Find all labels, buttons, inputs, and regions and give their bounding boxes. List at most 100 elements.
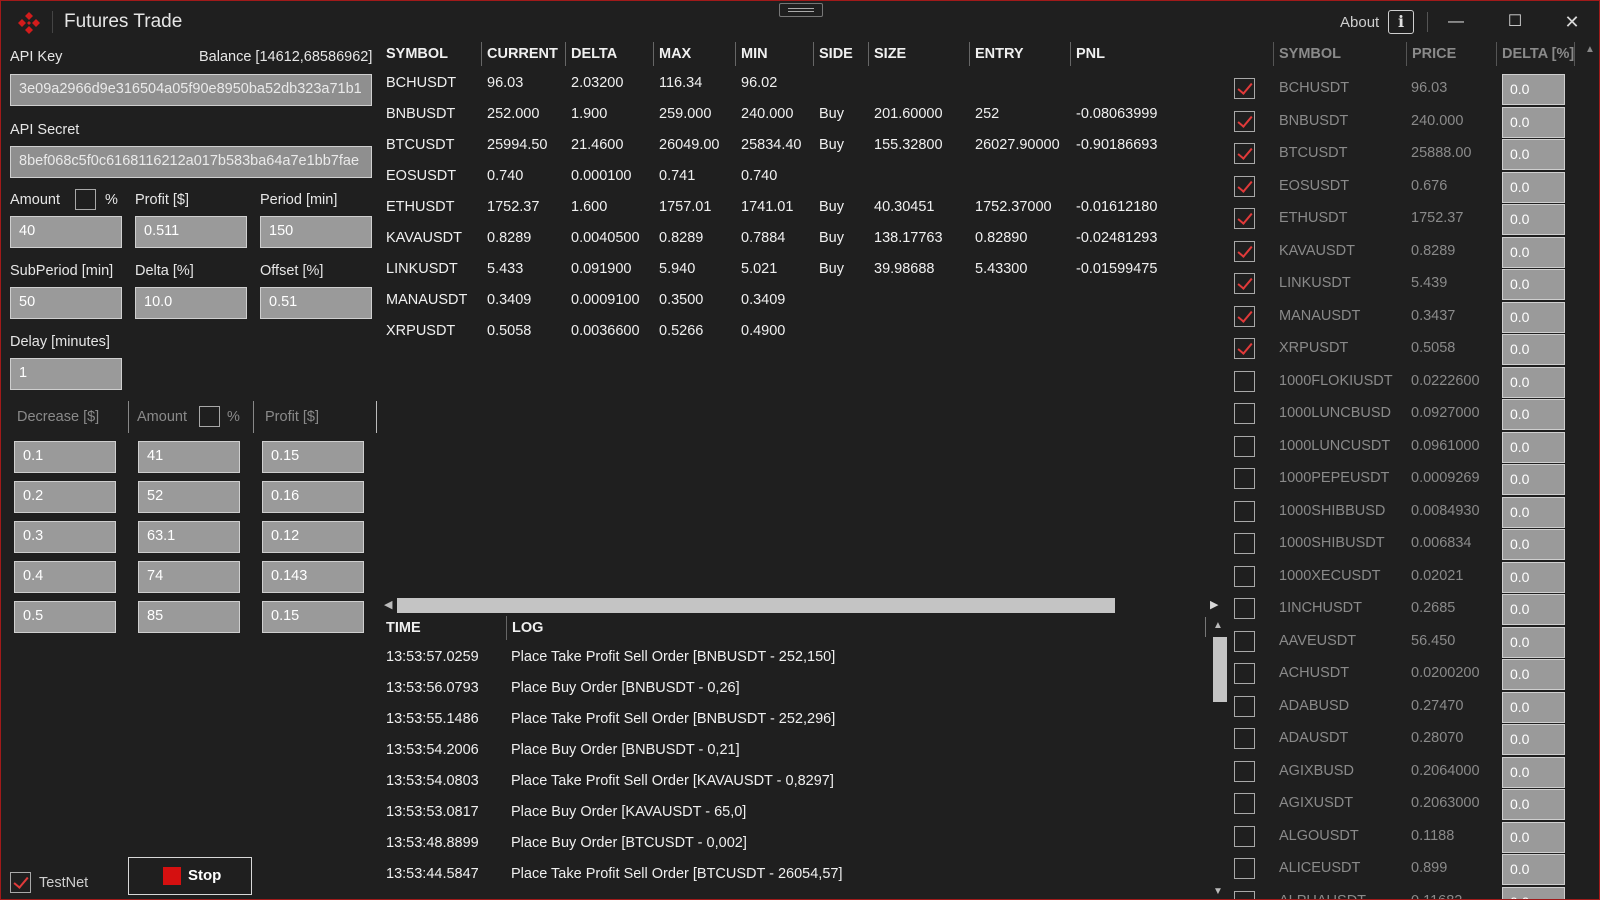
- symbol-checkbox[interactable]: [1234, 175, 1255, 197]
- subperiod-field[interactable]: 50: [10, 287, 122, 319]
- position-cell: Buy: [819, 230, 844, 246]
- scroll-left-arrow-icon[interactable]: ◀: [384, 597, 394, 613]
- api-secret-field[interactable]: 8bef068c5f0c6168116212a017b583ba64a7e1bb…: [10, 146, 372, 178]
- maximize-button[interactable]: ☐: [1495, 7, 1535, 37]
- symbol-checkbox[interactable]: [1234, 78, 1255, 99]
- symbol-checkbox[interactable]: [1234, 533, 1255, 554]
- step-profit-field[interactable]: 0.15: [262, 441, 364, 473]
- amount-percent-checkbox[interactable]: [75, 189, 96, 210]
- stop-button[interactable]: Stop: [128, 857, 252, 895]
- symbol-delta-field[interactable]: 0.0: [1502, 821, 1565, 853]
- symbol-checkbox[interactable]: [1234, 890, 1255, 899]
- symbol-delta-field[interactable]: 0.0: [1502, 691, 1565, 723]
- symbol-delta-field[interactable]: 0.0: [1502, 789, 1565, 820]
- step-profit-field[interactable]: 0.12: [262, 521, 364, 553]
- decrease-field[interactable]: 0.3: [14, 521, 116, 553]
- position-cell: -0.02481293: [1076, 230, 1158, 246]
- symbol-checkbox[interactable]: [1234, 435, 1255, 457]
- symbol-delta-field[interactable]: 0.0: [1502, 431, 1565, 463]
- symbol-checkbox[interactable]: [1234, 598, 1255, 619]
- symbol-checkbox[interactable]: [1234, 468, 1255, 489]
- step-profit-field[interactable]: 0.15: [262, 601, 364, 633]
- symbol-checkbox[interactable]: [1234, 663, 1255, 684]
- symbol-checkbox[interactable]: [1234, 825, 1255, 847]
- horizontal-scrollbar-thumb[interactable]: [397, 598, 1115, 613]
- title-bar[interactable]: Futures Trade About i — ☐ ✕: [1, 1, 1599, 43]
- decrease-field[interactable]: 0.5: [14, 601, 116, 633]
- positions-header-separator: [813, 42, 814, 66]
- symbol-checkbox[interactable]: [1234, 370, 1255, 392]
- symbol-price: 0.11682: [1411, 893, 1462, 900]
- symbol-checkbox[interactable]: [1234, 403, 1255, 424]
- step-amount-field[interactable]: 63.1: [138, 521, 240, 553]
- symbol-checkbox[interactable]: [1234, 208, 1255, 229]
- info-icon[interactable]: i: [1388, 10, 1414, 34]
- scroll-up-arrow-icon[interactable]: ▲: [1213, 621, 1227, 631]
- symbol-checkbox[interactable]: [1234, 273, 1255, 294]
- symbol-checkbox[interactable]: [1234, 695, 1255, 717]
- close-button[interactable]: ✕: [1552, 7, 1592, 37]
- symbol-checkbox[interactable]: [1234, 240, 1255, 262]
- symbol-delta-field[interactable]: 0.0: [1502, 626, 1565, 658]
- symbol-checkbox[interactable]: [1234, 500, 1255, 522]
- scroll-down-arrow-icon[interactable]: ▼: [1213, 887, 1227, 897]
- symbol-delta-field[interactable]: 0.0: [1502, 756, 1565, 788]
- decrease-field[interactable]: 0.2: [14, 481, 116, 513]
- minimize-button[interactable]: —: [1436, 7, 1476, 37]
- profit-field[interactable]: 0.511: [135, 216, 247, 248]
- log-scrollbar-thumb[interactable]: [1213, 637, 1227, 702]
- delay-field[interactable]: 1: [10, 358, 122, 390]
- step-amount-field[interactable]: 85: [138, 601, 240, 633]
- steps-amount-percent-checkbox[interactable]: [199, 406, 220, 427]
- symbol-checkbox[interactable]: [1234, 565, 1255, 587]
- symbol-checkbox[interactable]: [1234, 793, 1255, 814]
- testnet-checkbox[interactable]: [10, 872, 31, 893]
- position-cell: 5.433: [487, 261, 524, 277]
- step-profit-field[interactable]: 0.143: [262, 561, 364, 593]
- symbol-checkbox[interactable]: [1234, 760, 1255, 782]
- symbol-delta-field[interactable]: 0.0: [1502, 496, 1565, 528]
- about-label[interactable]: About: [1340, 14, 1379, 31]
- symbol-delta-field[interactable]: 0.0: [1502, 854, 1565, 885]
- delta-field[interactable]: 10.0: [135, 287, 247, 319]
- symbol-delta-field[interactable]: 0.0: [1502, 659, 1565, 690]
- amount-field[interactable]: 40: [10, 216, 122, 248]
- symbol-checkbox[interactable]: [1234, 858, 1255, 879]
- symbol-delta-field[interactable]: 0.0: [1502, 561, 1565, 593]
- symbol-delta-field[interactable]: 0.0: [1502, 886, 1565, 899]
- position-cell: 25994.50: [487, 137, 548, 153]
- api-key-field[interactable]: 3e09a2966d9e316504a05f90e8950ba52db323a7…: [10, 74, 372, 106]
- step-amount-field[interactable]: 74: [138, 561, 240, 593]
- symbol-delta-field[interactable]: 0.0: [1502, 106, 1565, 138]
- symbol-delta-field[interactable]: 0.0: [1502, 334, 1565, 365]
- offset-field[interactable]: 0.51: [260, 287, 372, 319]
- step-amount-field[interactable]: 52: [138, 481, 240, 513]
- symbol-delta-field[interactable]: 0.0: [1502, 399, 1565, 430]
- symbol-delta-field[interactable]: 0.0: [1502, 724, 1565, 755]
- symbol-delta-field[interactable]: 0.0: [1502, 301, 1565, 333]
- symbol-delta-field[interactable]: 0.0: [1502, 171, 1565, 203]
- symbol-delta-field[interactable]: 0.0: [1502, 464, 1565, 495]
- symbol-checkbox[interactable]: [1234, 630, 1255, 652]
- step-profit-field[interactable]: 0.16: [262, 481, 364, 513]
- symbol-delta-field[interactable]: 0.0: [1502, 204, 1565, 235]
- symbol-delta-field[interactable]: 0.0: [1502, 236, 1565, 268]
- symbol-delta-field[interactable]: 0.0: [1502, 529, 1565, 560]
- symbol-checkbox[interactable]: [1234, 143, 1255, 164]
- symbol-delta-field[interactable]: 0.0: [1502, 594, 1565, 625]
- decrease-field[interactable]: 0.1: [14, 441, 116, 473]
- symbol-checkbox[interactable]: [1234, 728, 1255, 749]
- symbol-checkbox[interactable]: [1234, 305, 1255, 327]
- symbol-delta-field[interactable]: 0.0: [1502, 139, 1565, 170]
- symbol-delta-field[interactable]: 0.0: [1502, 74, 1565, 105]
- step-amount-field[interactable]: 41: [138, 441, 240, 473]
- symbol-checkbox[interactable]: [1234, 110, 1255, 132]
- scroll-right-arrow-icon[interactable]: ▶: [1210, 597, 1220, 613]
- symbols-scroll-up-arrow-icon[interactable]: ▲: [1585, 45, 1599, 55]
- period-field[interactable]: 150: [260, 216, 372, 248]
- symbol-delta-field[interactable]: 0.0: [1502, 366, 1565, 398]
- symbol-checkbox[interactable]: [1234, 338, 1255, 359]
- decrease-field[interactable]: 0.4: [14, 561, 116, 593]
- drag-grip[interactable]: [779, 3, 823, 17]
- symbol-delta-field[interactable]: 0.0: [1502, 269, 1565, 300]
